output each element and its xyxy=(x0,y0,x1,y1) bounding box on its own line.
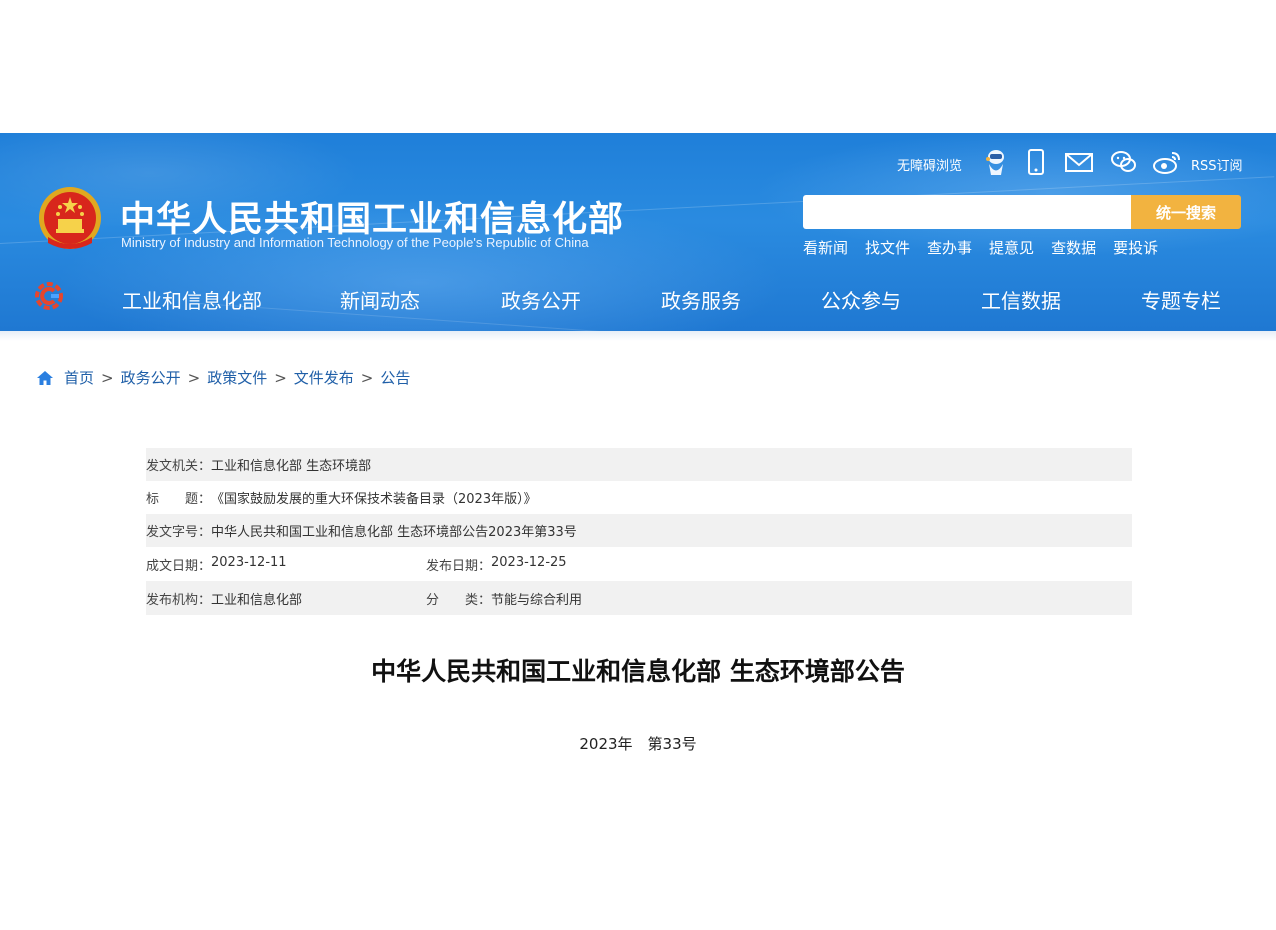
search-button[interactable]: 统一搜索 xyxy=(1131,195,1241,229)
org-value: 工业和信息化部 xyxy=(211,592,303,608)
search-input[interactable] xyxy=(803,195,1131,229)
quick-link-feedback[interactable]: 提意见 xyxy=(989,237,1034,258)
mobile-icon[interactable] xyxy=(1021,147,1051,177)
breadcrumb-public-affairs[interactable]: 政务公开 xyxy=(121,367,181,388)
docno-value: 中华人民共和国工业和信息化部 生态环境部公告2023年第33号 xyxy=(211,525,577,540)
written-date-label: 成文日期： xyxy=(146,558,212,574)
nav-data[interactable]: 工信数据 xyxy=(981,285,1061,314)
meta-row-issuer: 发文机关： 工业和信息化部 生态环境部 xyxy=(146,448,1132,481)
nav-participation[interactable]: 公众参与 xyxy=(821,285,901,314)
robot-icon[interactable] xyxy=(981,147,1011,177)
document-title: 中华人民共和国工业和信息化部 生态环境部公告 xyxy=(371,657,905,686)
breadcrumb-separator: > xyxy=(360,368,374,387)
quick-link-news[interactable]: 看新闻 xyxy=(803,237,848,258)
published-date-label: 发布日期： xyxy=(426,558,492,574)
nav-services[interactable]: 政务服务 xyxy=(661,285,741,314)
nav-miit[interactable]: 工业和信息化部 xyxy=(122,285,262,314)
quick-link-data[interactable]: 查数据 xyxy=(1051,237,1096,258)
breadcrumb-separator: > xyxy=(274,368,287,387)
rss-link[interactable]: RSS订阅 xyxy=(1191,155,1243,174)
org-label: 发布机构： xyxy=(146,592,212,608)
issuer-value: 工业和信息化部 生态环境部 xyxy=(211,459,372,474)
issuer-label: 发文机关： xyxy=(146,459,212,474)
document-metadata-table: 发文机关： 工业和信息化部 生态环境部 标 题： 《国家鼓励发展的重大环保技术装… xyxy=(146,448,1132,615)
document-number: 2023年 第33号 xyxy=(579,735,697,753)
quick-links: 看新闻 找文件 查办事 提意见 查数据 要投诉 xyxy=(803,237,1175,258)
title-value: 《国家鼓励发展的重大环保技术装备目录（2023年版）》 xyxy=(211,492,537,507)
emblem-icon[interactable] xyxy=(36,185,104,255)
breadcrumb-announcement[interactable]: 公告 xyxy=(380,367,410,388)
quick-link-complaint[interactable]: 要投诉 xyxy=(1113,237,1158,258)
breadcrumb-separator: > xyxy=(187,368,201,387)
site-header: 中华人民共和国工业和信息化部 Ministry of Industry and … xyxy=(0,133,1276,331)
meta-row-title: 标 题： 《国家鼓励发展的重大环保技术装备目录（2023年版）》 xyxy=(146,481,1132,514)
top-blank-area xyxy=(0,0,1276,133)
nav-news[interactable]: 新闻动态 xyxy=(340,285,420,314)
site-subtitle: Ministry of Industry and Information Tec… xyxy=(121,235,589,250)
weibo-icon[interactable] xyxy=(1151,147,1183,177)
mail-icon[interactable] xyxy=(1063,147,1095,177)
breadcrumb-policy-files[interactable]: 政策文件 xyxy=(207,367,267,388)
accessibility-link[interactable]: 无障碍浏览 xyxy=(897,155,962,174)
breadcrumb: 首页 > 政务公开 > 政策文件 > 文件发布 > 公告 xyxy=(36,367,410,388)
home-icon[interactable] xyxy=(36,370,54,386)
published-date-value: 2023-12-25 xyxy=(491,554,567,570)
wechat-icon[interactable] xyxy=(1109,147,1139,177)
nav-public-affairs[interactable]: 政务公开 xyxy=(501,285,581,314)
written-date-value: 2023-12-11 xyxy=(211,554,287,570)
category-label: 分 类： xyxy=(426,592,492,608)
quick-link-services[interactable]: 查办事 xyxy=(927,237,972,258)
meta-row-docno: 发文字号： 中华人民共和国工业和信息化部 生态环境部公告2023年第33号 xyxy=(146,514,1132,547)
meta-row-org: 发布机构： 工业和信息化部 分 类： 节能与综合利用 xyxy=(146,581,1132,615)
breadcrumb-separator: > xyxy=(101,368,114,387)
site-logo-icon[interactable] xyxy=(34,281,64,311)
category-value: 节能与综合利用 xyxy=(491,592,583,608)
header-shadow xyxy=(0,331,1276,341)
breadcrumb-home[interactable]: 首页 xyxy=(64,367,94,388)
meta-row-dates: 成文日期： 2023-12-11 发布日期： 2023-12-25 xyxy=(146,547,1132,581)
docno-label: 发文字号： xyxy=(146,525,212,540)
quick-link-files[interactable]: 找文件 xyxy=(865,237,910,258)
title-label: 标 题： xyxy=(146,492,212,507)
breadcrumb-file-release[interactable]: 文件发布 xyxy=(294,367,354,388)
nav-topics[interactable]: 专题专栏 xyxy=(1141,285,1221,314)
